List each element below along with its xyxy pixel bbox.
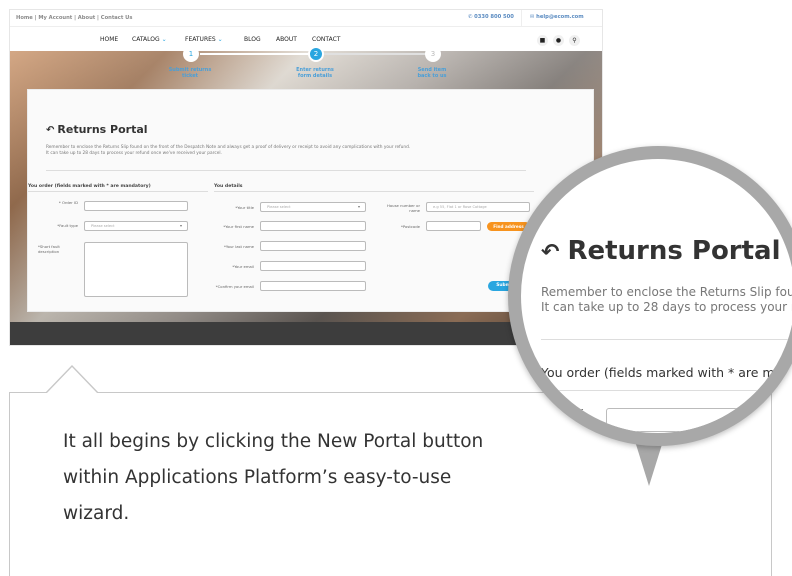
step-line-2 [324, 53, 432, 55]
first-name-label: *Your first name [223, 224, 254, 229]
lens-divider [541, 390, 792, 391]
main-nav: HOME CATALOG ⌄ FEATURES ⌄ BLOG ABOUT CON… [10, 28, 602, 52]
portal-description-2: It can take up to 28 days to process you… [46, 151, 222, 156]
nav-about[interactable]: ABOUT [276, 36, 297, 43]
lens-order-id-input[interactable] [606, 408, 792, 432]
order-id-input[interactable] [84, 201, 188, 211]
nav-catalog-label: CATALOG [132, 36, 160, 43]
step-3-dot: 3 [425, 46, 441, 62]
divider [214, 191, 534, 192]
postcode-input[interactable] [426, 221, 481, 231]
title-value: Please select [267, 205, 291, 209]
step-3-label-line2: back to us [417, 73, 447, 79]
lens-description-2: It can take up to 28 days to process you… [541, 300, 792, 314]
user-icon[interactable]: ● [553, 35, 564, 46]
search-icon[interactable]: ⚲ [569, 35, 580, 46]
lens-section-heading: You order (fields marked with * are mand… [541, 365, 792, 380]
step-line-1 [200, 53, 314, 55]
confirm-email-input[interactable] [260, 281, 366, 291]
nav-home[interactable]: HOME [100, 36, 118, 43]
phone-contact[interactable]: ✆ 0330 800 500 [468, 14, 514, 20]
chevron-down-icon: ▾ [179, 223, 182, 228]
postcode-label: *Postcode [401, 224, 420, 229]
nav-catalog[interactable]: CATALOG ⌄ [132, 36, 167, 43]
email-contact[interactable]: ✉ help@ecom.com [530, 14, 584, 20]
step-3-label: Send item back to us [397, 67, 467, 79]
nav-contact[interactable]: CONTACT [312, 36, 340, 43]
confirm-email-label: *Confirm your email [215, 284, 254, 289]
divider [46, 170, 526, 171]
first-name-input[interactable] [260, 221, 366, 231]
zoom-lens: ↶ Returns Portal Remember to enclose the … [508, 146, 792, 446]
stage: Home | My Account | About | Contact Us ✆… [0, 0, 792, 576]
lens-description-1: Remember to enclose the Returns Slip fou… [541, 285, 792, 299]
portal-description-1: Remember to enclose the Returns Slip fou… [46, 145, 411, 150]
chevron-down-icon: ⌄ [161, 36, 167, 43]
phone-number: 0330 800 500 [474, 14, 514, 20]
step-2-label: Enter returns form details [280, 67, 350, 79]
nav-features-label: FEATURES [185, 36, 216, 43]
last-name-input[interactable] [260, 241, 366, 251]
details-section-heading: You details [214, 184, 243, 189]
fault-description-textarea[interactable] [84, 242, 188, 297]
cart-icon[interactable]: ■ [537, 35, 548, 46]
order-section-heading: You order (fields marked with * are mand… [28, 184, 151, 189]
chevron-down-icon: ⌄ [217, 36, 223, 43]
divider [28, 191, 208, 192]
last-name-label: *Your last name [223, 244, 254, 249]
chevron-down-icon: ▾ [357, 204, 360, 209]
email-input[interactable] [260, 261, 366, 271]
step-1-dot: 1 [183, 46, 199, 62]
step-1-label-line2: ticket [181, 73, 199, 79]
fault-desc-label: *Short fault description [38, 244, 60, 254]
email-label: *Your email [232, 264, 254, 269]
top-bar: Home | My Account | About | Contact Us ✆… [10, 10, 602, 27]
house-input[interactable]: e.g 55, Flat 1 or Rose Cottage [426, 202, 530, 212]
page-title: ↶ Returns Portal [46, 123, 148, 136]
nav-blog[interactable]: BLOG [244, 36, 261, 43]
lens-title: ↶ Returns Portal [541, 236, 781, 266]
step-2-dot: 2 [308, 46, 324, 62]
lens-divider [541, 339, 792, 340]
returns-icon: ↶ [46, 125, 55, 136]
fault-type-select[interactable]: Please select ▾ [84, 221, 188, 231]
nav-features[interactable]: FEATURES ⌄ [185, 36, 223, 43]
fault-type-label: *Fault type [57, 223, 78, 228]
page-title-text: Returns Portal [57, 123, 148, 136]
callout-text: It all begins by clicking the New Portal… [63, 431, 484, 524]
topbar-divider [521, 10, 522, 27]
lens-order-id-label: Order ID [551, 405, 583, 430]
step-1-label: Submit returns ticket [155, 67, 225, 79]
fault-type-value: Please select [91, 224, 115, 228]
title-label: *Your title [235, 205, 254, 210]
title-select[interactable]: Please select ▾ [260, 202, 366, 212]
house-label: House number or name [386, 203, 420, 213]
lens-title-text: Returns Portal [567, 236, 781, 266]
top-links[interactable]: Home | My Account | About | Contact Us [16, 15, 132, 21]
callout-notch [46, 367, 98, 394]
order-id-label: * Order ID [58, 200, 78, 205]
returns-icon: ↶ [541, 240, 560, 265]
email-address: help@ecom.com [536, 14, 584, 20]
house-placeholder: e.g 55, Flat 1 or Rose Cottage [433, 205, 487, 209]
step-2-label-line2: form details [297, 73, 333, 79]
